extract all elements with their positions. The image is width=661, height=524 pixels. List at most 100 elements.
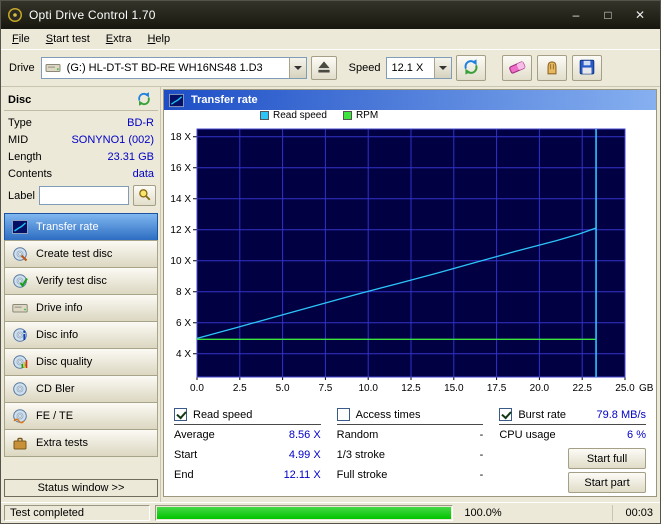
refresh-button[interactable] xyxy=(456,55,486,81)
drive-combo[interactable]: (G:) HL-DT-ST BD-RE WH16NS48 1.D3 xyxy=(41,57,307,79)
disc-info-icon xyxy=(12,327,29,343)
nav-fe-te[interactable]: FE / TE xyxy=(4,402,158,430)
menu-item-extra[interactable]: Extra xyxy=(98,30,140,48)
speed-label: Speed xyxy=(349,62,381,74)
erase-icon xyxy=(508,58,526,79)
toolbar: Drive (G:) HL-DT-ST BD-RE WH16NS48 1.D3 … xyxy=(1,50,660,87)
result-row-end: End12.11 X xyxy=(174,465,321,485)
drive-combo-value: (G:) HL-DT-ST BD-RE WH16NS48 1.D3 xyxy=(63,62,289,74)
save-icon xyxy=(578,58,596,79)
hand-tool-button[interactable] xyxy=(537,55,567,81)
results-panel: Read speedAverage8.56 XStart4.99 XEnd12.… xyxy=(164,402,656,497)
svg-text:0.0: 0.0 xyxy=(190,383,204,394)
menu-bar: FileStart testExtraHelp xyxy=(1,29,660,50)
extra-tests-icon xyxy=(12,435,29,451)
nav-menu: Transfer rateCreate test discVerify test… xyxy=(4,214,158,457)
disc-field-contents: Contentsdata xyxy=(4,165,158,182)
drive-label: Drive xyxy=(9,62,35,74)
erase-disc-button[interactable] xyxy=(502,55,532,81)
refresh-disc-icon xyxy=(136,91,152,109)
speed-combo-value: 12.1 X xyxy=(387,62,434,74)
burst-rate-value: 79.8 MB/s xyxy=(596,409,646,421)
disc-label-input[interactable] xyxy=(39,186,129,205)
window-controls: – □ ✕ xyxy=(562,4,654,26)
disc-quality-icon xyxy=(12,354,29,370)
content-area: Disc TypeBD-RMIDSONYNO1 (002)Length23.31… xyxy=(1,87,660,502)
button-start-full[interactable]: Start full xyxy=(568,448,646,469)
svg-text:22.5: 22.5 xyxy=(572,383,592,394)
menu-item-start-test[interactable]: Start test xyxy=(38,30,98,48)
eject-button[interactable] xyxy=(311,56,337,80)
result-row-average: Average8.56 X xyxy=(174,425,321,445)
fe-te-icon xyxy=(12,408,29,424)
hand-icon xyxy=(543,58,561,79)
svg-text:12 X: 12 X xyxy=(170,225,191,236)
maximize-button[interactable]: □ xyxy=(594,4,622,26)
progress-percent: 100.0% xyxy=(458,507,508,519)
svg-text:8 X: 8 X xyxy=(176,287,191,298)
nav-disc-info[interactable]: Disc info xyxy=(4,321,158,349)
sidebar: Disc TypeBD-RMIDSONYNO1 (002)Length23.31… xyxy=(1,87,161,502)
results-group-read-speed: Read speedAverage8.56 XStart4.99 XEnd12.… xyxy=(174,405,321,493)
status-bar: Test completed 100.0% 00:03 xyxy=(1,502,660,523)
nav-cd-bler[interactable]: CD Bler xyxy=(4,375,158,403)
nav-create-test-disc[interactable]: Create test disc xyxy=(4,240,158,268)
legend-swatch-read-speed xyxy=(260,111,269,120)
search-icon xyxy=(137,187,152,205)
main-panel-header: Transfer rate xyxy=(164,90,656,110)
svg-text:4 X: 4 X xyxy=(176,349,191,360)
svg-text:20.0: 20.0 xyxy=(530,383,550,394)
legend-rpm: RPM xyxy=(343,110,378,121)
elapsed-time: 00:03 xyxy=(612,505,656,521)
result-row-start: Start4.99 X xyxy=(174,445,321,465)
window-title: Opti Drive Control 1.70 xyxy=(29,8,156,22)
save-button[interactable] xyxy=(572,55,602,81)
drive-info-icon xyxy=(12,300,29,316)
close-button[interactable]: ✕ xyxy=(626,4,654,26)
svg-text:14 X: 14 X xyxy=(170,194,191,205)
result-row-cpu-usage: CPU usage6 % xyxy=(499,425,646,445)
result-row-random: Random- xyxy=(337,425,484,445)
results-group-access-times: Access timesRandom-1/3 stroke-Full strok… xyxy=(337,405,484,493)
disc-refresh-button[interactable] xyxy=(136,91,154,109)
speed-combo[interactable]: 12.1 X xyxy=(386,57,452,79)
speed-combo-arrow-icon[interactable] xyxy=(434,58,451,78)
menu-item-help[interactable]: Help xyxy=(139,30,178,48)
svg-text:2.5: 2.5 xyxy=(233,383,247,394)
disc-field-type: TypeBD-R xyxy=(4,114,158,131)
disc-fields: TypeBD-RMIDSONYNO1 (002)Length23.31 GBCo… xyxy=(4,111,158,182)
svg-text:6 X: 6 X xyxy=(176,318,191,329)
minimize-button[interactable]: – xyxy=(562,4,590,26)
transfer-rate-chart-icon xyxy=(169,93,185,108)
status-window-button[interactable]: Status window >> xyxy=(4,479,158,497)
svg-text:7.5: 7.5 xyxy=(318,383,332,394)
legend-read-speed: Read speed xyxy=(260,110,327,121)
disc-field-mid: MIDSONYNO1 (002) xyxy=(4,131,158,148)
nav-disc-quality[interactable]: Disc quality xyxy=(4,348,158,376)
drive-combo-arrow-icon[interactable] xyxy=(289,58,306,78)
progress-bar xyxy=(155,505,453,521)
button-start-part[interactable]: Start part xyxy=(568,472,646,493)
create-disc-icon xyxy=(12,246,29,262)
app-window: Opti Drive Control 1.70 – □ ✕ FileStart … xyxy=(0,0,661,524)
verify-disc-icon xyxy=(12,273,29,289)
svg-text:15.0: 15.0 xyxy=(444,383,464,394)
result-row-full-stroke: Full stroke- xyxy=(337,465,484,485)
read-speed-checkbox[interactable] xyxy=(174,408,187,421)
burst-rate-checkbox[interactable] xyxy=(499,408,512,421)
drive-icon xyxy=(45,60,63,76)
disc-label-search-button[interactable] xyxy=(133,185,156,206)
nav-transfer-rate[interactable]: Transfer rate xyxy=(4,213,158,241)
nav-verify-test-disc[interactable]: Verify test disc xyxy=(4,267,158,295)
progress-fill xyxy=(157,507,451,519)
access-times-checkbox[interactable] xyxy=(337,408,350,421)
menu-item-file[interactable]: File xyxy=(4,30,38,48)
disc-label-row: Label xyxy=(4,182,158,209)
chart-legend: Read speed RPM xyxy=(164,110,656,121)
disc-panel-title: Disc xyxy=(8,94,31,106)
nav-extra-tests[interactable]: Extra tests xyxy=(4,429,158,457)
svg-text:25.0: 25.0 xyxy=(615,383,635,394)
main-panel: Transfer rate Read speedRPM 0.02.55.07.5… xyxy=(163,89,657,497)
nav-drive-info[interactable]: Drive info xyxy=(4,294,158,322)
svg-text:10.0: 10.0 xyxy=(358,383,378,394)
